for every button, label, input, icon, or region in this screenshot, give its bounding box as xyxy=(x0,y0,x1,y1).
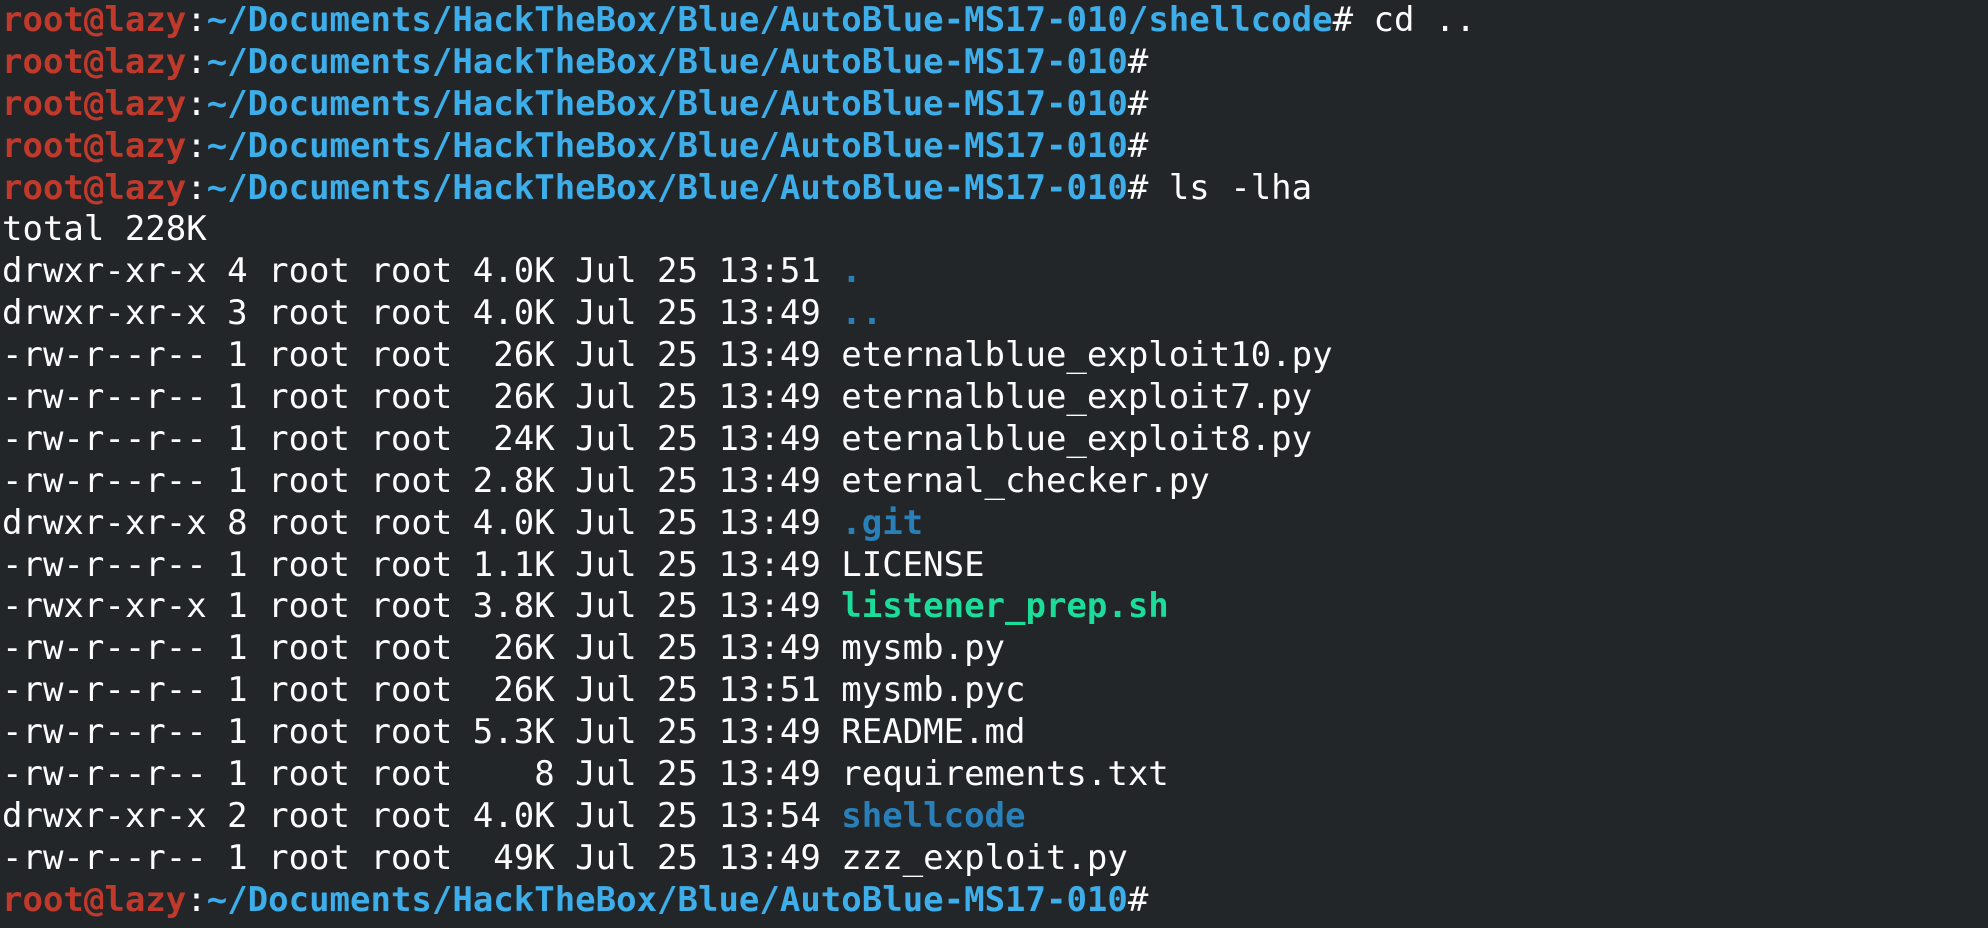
prompt-separator: : xyxy=(186,125,207,166)
prompt-path: ~/Documents/HackTheBox/Blue/AutoBlue-MS1… xyxy=(206,0,1333,40)
listing-entry: drwxr-xr-x 4 root root 4.0K Jul 25 13:51… xyxy=(2,251,1988,293)
prompt-path: ~/Documents/HackTheBox/Blue/AutoBlue-MS1… xyxy=(206,167,1128,208)
prompt-path: ~/Documents/HackTheBox/Blue/AutoBlue-MS1… xyxy=(206,83,1128,124)
entry-meta: -rw-r--r-- 1 root root 26K Jul 25 13:49 xyxy=(2,377,842,418)
listing-entry: -rw-r--r-- 1 root root 2.8K Jul 25 13:49… xyxy=(2,461,1988,503)
listing-entry: -rw-r--r-- 1 root root 26K Jul 25 13:49 … xyxy=(2,377,1988,419)
prompt-separator: : xyxy=(186,0,207,40)
entry-name: listener_prep.sh xyxy=(841,586,1169,627)
entry-name: shellcode xyxy=(841,795,1026,836)
entry-name: LICENSE xyxy=(841,544,985,585)
prompt-path: ~/Documents/HackTheBox/Blue/AutoBlue-MS1… xyxy=(206,41,1128,82)
prompt-separator: : xyxy=(186,879,207,920)
prompt-symbol: # xyxy=(1127,83,1149,124)
prompt-line: root@lazy:~/Documents/HackTheBox/Blue/Au… xyxy=(2,42,1988,84)
entry-name: eternalblue_exploit7.py xyxy=(841,377,1313,418)
entry-meta: -rw-r--r-- 1 root root 1.1K Jul 25 13:49 xyxy=(2,544,842,585)
output-line: total 228K xyxy=(2,209,1988,251)
entry-meta: -rw-r--r-- 1 root root 49K Jul 25 13:49 xyxy=(2,837,842,878)
output-text: total 228K xyxy=(2,209,207,250)
listing-entry: -rw-r--r-- 1 root root 26K Jul 25 13:51 … xyxy=(2,670,1988,712)
prompt-user-host: root@lazy xyxy=(2,879,187,920)
entry-name: .git xyxy=(841,502,924,543)
terminal-window[interactable]: root@lazy:~/Documents/HackTheBox/Blue/Au… xyxy=(0,0,1988,928)
listing-entry: -rw-r--r-- 1 root root 1.1K Jul 25 13:49… xyxy=(2,545,1988,587)
prompt-symbol: # xyxy=(1127,41,1149,82)
prompt-path: ~/Documents/HackTheBox/Blue/AutoBlue-MS1… xyxy=(206,879,1128,920)
prompt-line: root@lazy:~/Documents/HackTheBox/Blue/Au… xyxy=(2,168,1988,210)
listing-entry: -rw-r--r-- 1 root root 49K Jul 25 13:49 … xyxy=(2,838,1988,880)
prompt-line: root@lazy:~/Documents/HackTheBox/Blue/Au… xyxy=(2,880,1988,922)
entry-meta: drwxr-xr-x 3 root root 4.0K Jul 25 13:49 xyxy=(2,293,842,334)
prompt-user-host: root@lazy xyxy=(2,83,187,124)
entry-name: eternalblue_exploit8.py xyxy=(841,418,1313,459)
listing-entry: -rw-r--r-- 1 root root 24K Jul 25 13:49 … xyxy=(2,419,1988,461)
prompt-line: root@lazy:~/Documents/HackTheBox/Blue/Au… xyxy=(2,84,1988,126)
prompt-line: root@lazy:~/Documents/HackTheBox/Blue/Au… xyxy=(2,126,1988,168)
command-text: ls -lha xyxy=(1148,167,1313,208)
listing-entry: drwxr-xr-x 3 root root 4.0K Jul 25 13:49… xyxy=(2,293,1988,335)
entry-meta: -rw-r--r-- 1 root root 2.8K Jul 25 13:49 xyxy=(2,460,842,501)
entry-meta: -rw-r--r-- 1 root root 8 Jul 25 13:49 xyxy=(2,754,842,795)
entry-meta: -rw-r--r-- 1 root root 26K Jul 25 13:49 xyxy=(2,628,842,669)
prompt-path: ~/Documents/HackTheBox/Blue/AutoBlue-MS1… xyxy=(206,125,1128,166)
entry-meta: -rw-r--r-- 1 root root 26K Jul 25 13:51 xyxy=(2,670,842,711)
prompt-user-host: root@lazy xyxy=(2,167,187,208)
entry-name: .. xyxy=(841,293,883,334)
listing-entry: -rw-r--r-- 1 root root 26K Jul 25 13:49 … xyxy=(2,335,1988,377)
entry-meta: -rwxr-xr-x 1 root root 3.8K Jul 25 13:49 xyxy=(2,586,842,627)
prompt-separator: : xyxy=(186,167,207,208)
listing-entry: drwxr-xr-x 8 root root 4.0K Jul 25 13:49… xyxy=(2,503,1988,545)
listing-entry: -rw-r--r-- 1 root root 5.3K Jul 25 13:49… xyxy=(2,712,1988,754)
prompt-separator: : xyxy=(186,83,207,124)
prompt-user-host: root@lazy xyxy=(2,41,187,82)
entry-name: . xyxy=(841,251,862,292)
entry-meta: drwxr-xr-x 4 root root 4.0K Jul 25 13:51 xyxy=(2,251,842,292)
prompt-separator: : xyxy=(186,41,207,82)
listing-entry: drwxr-xr-x 2 root root 4.0K Jul 25 13:54… xyxy=(2,796,1988,838)
prompt-symbol: # xyxy=(1332,0,1354,40)
prompt-symbol: # xyxy=(1127,879,1149,920)
prompt-symbol: # xyxy=(1127,167,1149,208)
entry-meta: -rw-r--r-- 1 root root 26K Jul 25 13:49 xyxy=(2,335,842,376)
entry-meta: drwxr-xr-x 2 root root 4.0K Jul 25 13:54 xyxy=(2,795,842,836)
entry-name: mysmb.py xyxy=(841,628,1006,669)
entry-name: mysmb.pyc xyxy=(841,670,1026,711)
entry-name: eternal_checker.py xyxy=(841,460,1210,501)
listing-entry: -rw-r--r-- 1 root root 8 Jul 25 13:49 re… xyxy=(2,754,1988,796)
prompt-line: root@lazy:~/Documents/HackTheBox/Blue/Au… xyxy=(2,0,1988,42)
prompt-user-host: root@lazy xyxy=(2,0,187,40)
prompt-symbol: # xyxy=(1127,125,1149,166)
listing-entry: -rwxr-xr-x 1 root root 3.8K Jul 25 13:49… xyxy=(2,586,1988,628)
prompt-user-host: root@lazy xyxy=(2,125,187,166)
entry-meta: -rw-r--r-- 1 root root 5.3K Jul 25 13:49 xyxy=(2,712,842,753)
entry-meta: drwxr-xr-x 8 root root 4.0K Jul 25 13:49 xyxy=(2,502,842,543)
entry-name: requirements.txt xyxy=(841,754,1169,795)
entry-meta: -rw-r--r-- 1 root root 24K Jul 25 13:49 xyxy=(2,418,842,459)
command-text: cd .. xyxy=(1353,0,1476,40)
entry-name: README.md xyxy=(841,712,1026,753)
entry-name: eternalblue_exploit10.py xyxy=(841,335,1333,376)
listing-entry: -rw-r--r-- 1 root root 26K Jul 25 13:49 … xyxy=(2,628,1988,670)
entry-name: zzz_exploit.py xyxy=(841,837,1128,878)
